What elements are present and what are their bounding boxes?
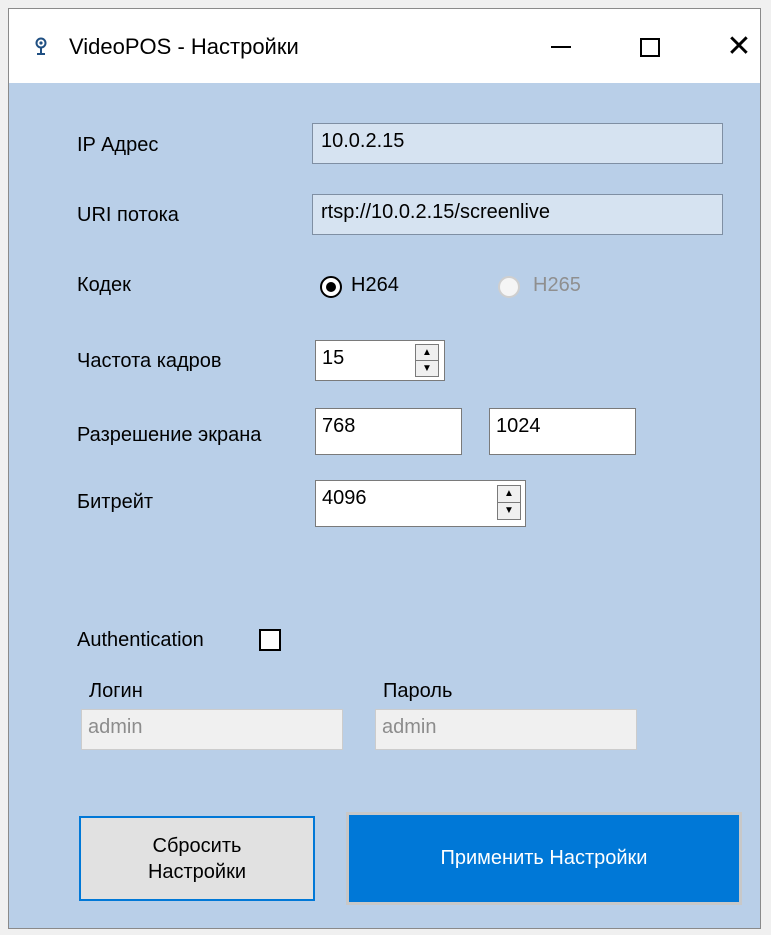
codec-h265-label: H265 xyxy=(533,274,581,296)
arrow-down-icon: ▼ xyxy=(422,362,432,374)
reset-settings-button[interactable]: Сбросить Настройки xyxy=(79,816,315,901)
login-field: admin xyxy=(81,709,343,750)
framerate-down-button[interactable]: ▼ xyxy=(416,361,438,377)
reset-settings-label: Сбросить Настройки xyxy=(148,833,246,885)
uri-label: URI потока xyxy=(77,204,179,226)
bitrate-label: Битрейт xyxy=(77,491,154,513)
auth-checkbox[interactable] xyxy=(259,629,281,651)
arrow-up-icon: ▲ xyxy=(504,488,514,500)
app-logo-icon xyxy=(33,37,51,55)
framerate-label: Частота кадров xyxy=(77,350,222,372)
apply-settings-label: Применить Настройки xyxy=(440,847,648,869)
resolution-label: Разрешение экрана xyxy=(77,424,262,446)
uri-field[interactable]: rtsp://10.0.2.15/screenlive xyxy=(312,194,723,235)
close-icon: ✕ xyxy=(726,30,752,63)
resolution-width-field[interactable]: 768 xyxy=(315,408,462,455)
arrow-down-icon: ▼ xyxy=(504,505,514,517)
reset-label-line1: Сбросить xyxy=(152,834,242,857)
auth-label: Authentication xyxy=(77,629,204,651)
window-title: VideoPOS - Настройки xyxy=(69,34,299,59)
title-bar[interactable]: VideoPOS - Настройки ✕ xyxy=(9,9,760,83)
framerate-up-button[interactable]: ▲ xyxy=(416,345,438,361)
login-label: Логин xyxy=(89,680,143,702)
maximize-icon xyxy=(640,37,660,57)
password-field: admin xyxy=(375,709,637,750)
resolution-height-field[interactable]: 1024 xyxy=(489,408,636,455)
ip-field[interactable]: 10.0.2.15 xyxy=(312,123,723,164)
minimize-icon xyxy=(551,46,571,48)
minimize-button[interactable] xyxy=(543,27,579,67)
framerate-value[interactable]: 15 xyxy=(322,347,344,369)
arrow-up-icon: ▲ xyxy=(422,346,432,358)
bitrate-down-button[interactable]: ▼ xyxy=(498,503,520,520)
bitrate-up-button[interactable]: ▲ xyxy=(498,486,520,503)
bitrate-stepper[interactable]: 4096 xyxy=(315,480,526,527)
settings-window: VideoPOS - Настройки ✕ IP Адрес 10.0.2.1… xyxy=(8,8,761,929)
codec-label: Кодек xyxy=(77,274,131,296)
maximize-button[interactable] xyxy=(632,27,668,67)
framerate-spin-buttons[interactable]: ▲ ▼ xyxy=(415,344,439,377)
codec-h265-radio xyxy=(498,276,520,298)
apply-settings-button[interactable]: Применить Настройки xyxy=(346,812,742,905)
bitrate-value[interactable]: 4096 xyxy=(322,487,367,509)
codec-h264-label: H264 xyxy=(351,274,399,296)
password-label: Пароль xyxy=(383,680,453,702)
ip-label: IP Адрес xyxy=(77,134,159,156)
bitrate-spin-buttons[interactable]: ▲ ▼ xyxy=(497,485,521,520)
close-button[interactable]: ✕ xyxy=(721,27,757,67)
reset-label-line2: Настройки xyxy=(147,860,247,883)
codec-h264-radio[interactable] xyxy=(320,276,342,298)
